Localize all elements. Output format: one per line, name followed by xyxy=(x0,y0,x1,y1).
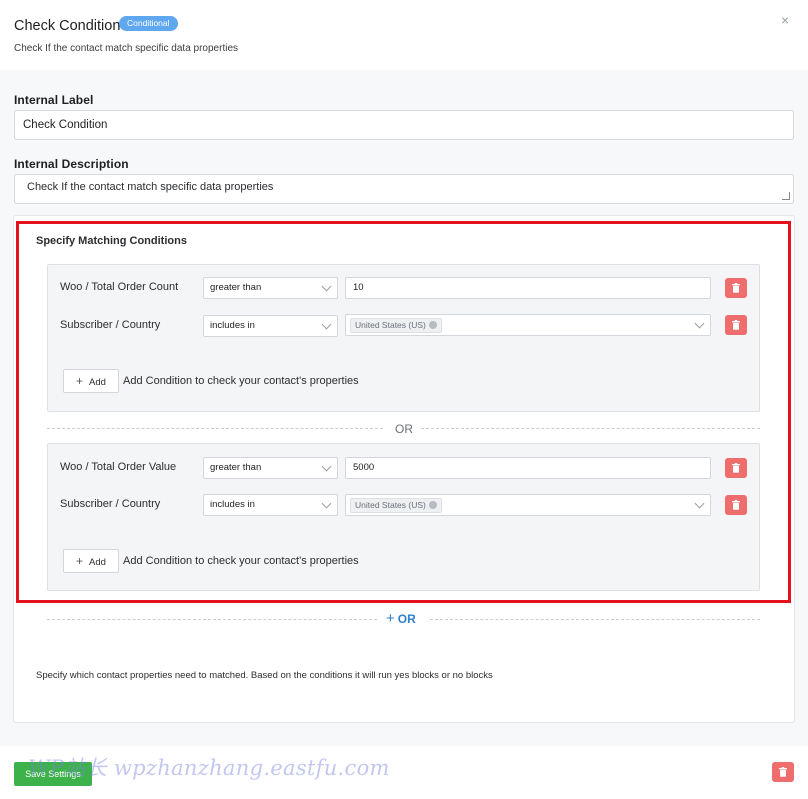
add-condition-button[interactable]: + Add xyxy=(63,549,119,573)
condition-property: Subscriber / Country xyxy=(60,498,161,510)
country-tag-label: United States (US) xyxy=(355,500,426,510)
add-or-group-button[interactable]: + OR xyxy=(386,610,416,627)
modal-subtitle: Check If the contact match specific data… xyxy=(14,43,238,54)
separator-line xyxy=(47,619,377,620)
trash-icon xyxy=(732,500,740,510)
condition-value-input[interactable]: 5000 xyxy=(345,457,711,479)
trash-icon xyxy=(732,283,740,293)
condition-property: Subscriber / Country xyxy=(60,319,161,331)
plus-icon: + xyxy=(76,554,84,568)
internal-description-heading: Internal Description xyxy=(14,157,129,171)
plus-icon: + xyxy=(386,610,395,627)
separator-line xyxy=(47,428,383,429)
modal-footer xyxy=(0,746,808,799)
operator-value: greater than xyxy=(210,282,262,293)
condition-value-input[interactable]: 10 xyxy=(345,277,711,299)
add-condition-label: Add xyxy=(89,377,106,388)
chevron-down-icon xyxy=(321,498,332,509)
condition-property: Woo / Total Order Count xyxy=(60,281,179,293)
plus-icon: + xyxy=(76,374,84,388)
country-tag-label: United States (US) xyxy=(355,320,426,330)
internal-label-heading: Internal Label xyxy=(14,93,94,107)
resize-grip-icon[interactable] xyxy=(782,192,790,200)
internal-description-text: Check If the contact match specific data… xyxy=(27,181,274,193)
trash-icon xyxy=(779,767,787,777)
remove-tag-icon[interactable] xyxy=(428,501,437,509)
conditions-footnote: Specify which contact properties need to… xyxy=(36,670,493,681)
chevron-down-icon xyxy=(321,461,332,472)
country-multiselect[interactable]: United States (US) xyxy=(345,314,711,336)
delete-condition-button[interactable] xyxy=(725,458,747,478)
separator-line xyxy=(421,428,760,429)
operator-select[interactable]: greater than xyxy=(203,457,338,479)
modal-header: Check Condition Conditional Check If the… xyxy=(0,0,808,70)
chevron-down-icon xyxy=(321,281,332,292)
add-condition-hint: Add Condition to check your contact's pr… xyxy=(123,375,359,387)
add-condition-hint: Add Condition to check your contact's pr… xyxy=(123,555,359,567)
delete-condition-button[interactable] xyxy=(725,495,747,515)
trash-icon xyxy=(732,463,740,473)
close-icon[interactable]: × xyxy=(781,12,789,28)
operator-select[interactable]: greater than xyxy=(203,277,338,299)
operator-value: includes in xyxy=(210,320,255,331)
conditional-badge: Conditional xyxy=(119,16,178,31)
or-separator: OR xyxy=(395,422,413,436)
operator-select[interactable]: includes in xyxy=(203,315,338,337)
country-tag: United States (US) xyxy=(350,318,442,333)
country-multiselect[interactable]: United States (US) xyxy=(345,494,711,516)
add-condition-button[interactable]: + Add xyxy=(63,369,119,393)
modal-title: Check Condition xyxy=(14,18,121,34)
operator-select[interactable]: includes in xyxy=(203,494,338,516)
condition-property: Woo / Total Order Value xyxy=(60,461,177,473)
operator-value: greater than xyxy=(210,462,262,473)
chevron-down-icon xyxy=(694,498,705,509)
delete-block-button[interactable] xyxy=(772,762,794,782)
internal-description-textarea[interactable]: Check If the contact match specific data… xyxy=(14,174,794,204)
add-or-label: OR xyxy=(397,612,416,626)
country-tag: United States (US) xyxy=(350,498,442,513)
chevron-down-icon xyxy=(321,319,332,330)
chevron-down-icon xyxy=(694,318,705,329)
remove-tag-icon[interactable] xyxy=(428,321,437,329)
delete-condition-button[interactable] xyxy=(725,315,747,335)
operator-value: includes in xyxy=(210,499,255,510)
internal-label-input[interactable]: Check Condition xyxy=(14,110,794,140)
save-settings-button[interactable]: Save Settings xyxy=(14,762,92,786)
add-condition-label: Add xyxy=(89,557,106,568)
matching-conditions-heading: Specify Matching Conditions xyxy=(36,235,187,247)
separator-line xyxy=(430,619,760,620)
trash-icon xyxy=(732,320,740,330)
delete-condition-button[interactable] xyxy=(725,278,747,298)
